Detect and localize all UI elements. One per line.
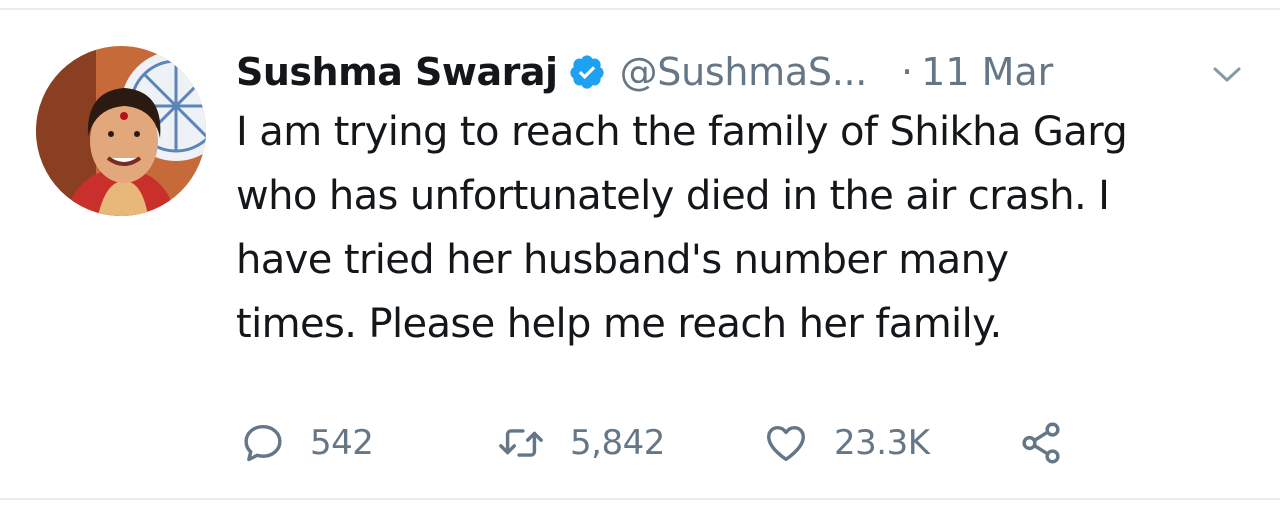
reply-count: 542 bbox=[310, 423, 374, 463]
chevron-down-icon[interactable] bbox=[1210, 64, 1244, 86]
share-icon bbox=[1022, 422, 1060, 464]
top-divider bbox=[0, 8, 1280, 10]
author-handle[interactable]: @SushmaS... bbox=[620, 50, 868, 94]
tweet-actions: 542 5,842 23.3K bbox=[240, 418, 1240, 468]
retweet-button[interactable]: 5,842 bbox=[496, 418, 665, 468]
tweet-text: I am trying to reach the family of Shikh… bbox=[236, 109, 1128, 347]
tweet-timestamp[interactable]: 11 Mar bbox=[921, 50, 1053, 94]
like-button[interactable]: 23.3K bbox=[762, 418, 930, 468]
reply-button[interactable]: 542 bbox=[240, 418, 374, 468]
bottom-divider bbox=[0, 498, 1280, 500]
avatar[interactable] bbox=[36, 46, 206, 216]
reply-icon bbox=[244, 424, 282, 462]
heart-icon bbox=[767, 425, 805, 462]
share-button[interactable] bbox=[1018, 418, 1064, 468]
retweet-icon bbox=[499, 429, 543, 457]
verified-badge-icon bbox=[568, 53, 606, 91]
author-name[interactable]: Sushma Swaraj bbox=[236, 50, 558, 94]
separator-dot: · bbox=[901, 50, 914, 94]
tweet-header: Sushma Swaraj @SushmaS... · 11 Mar bbox=[236, 42, 1246, 102]
like-count: 23.3K bbox=[834, 423, 930, 463]
retweet-count: 5,842 bbox=[570, 423, 665, 463]
